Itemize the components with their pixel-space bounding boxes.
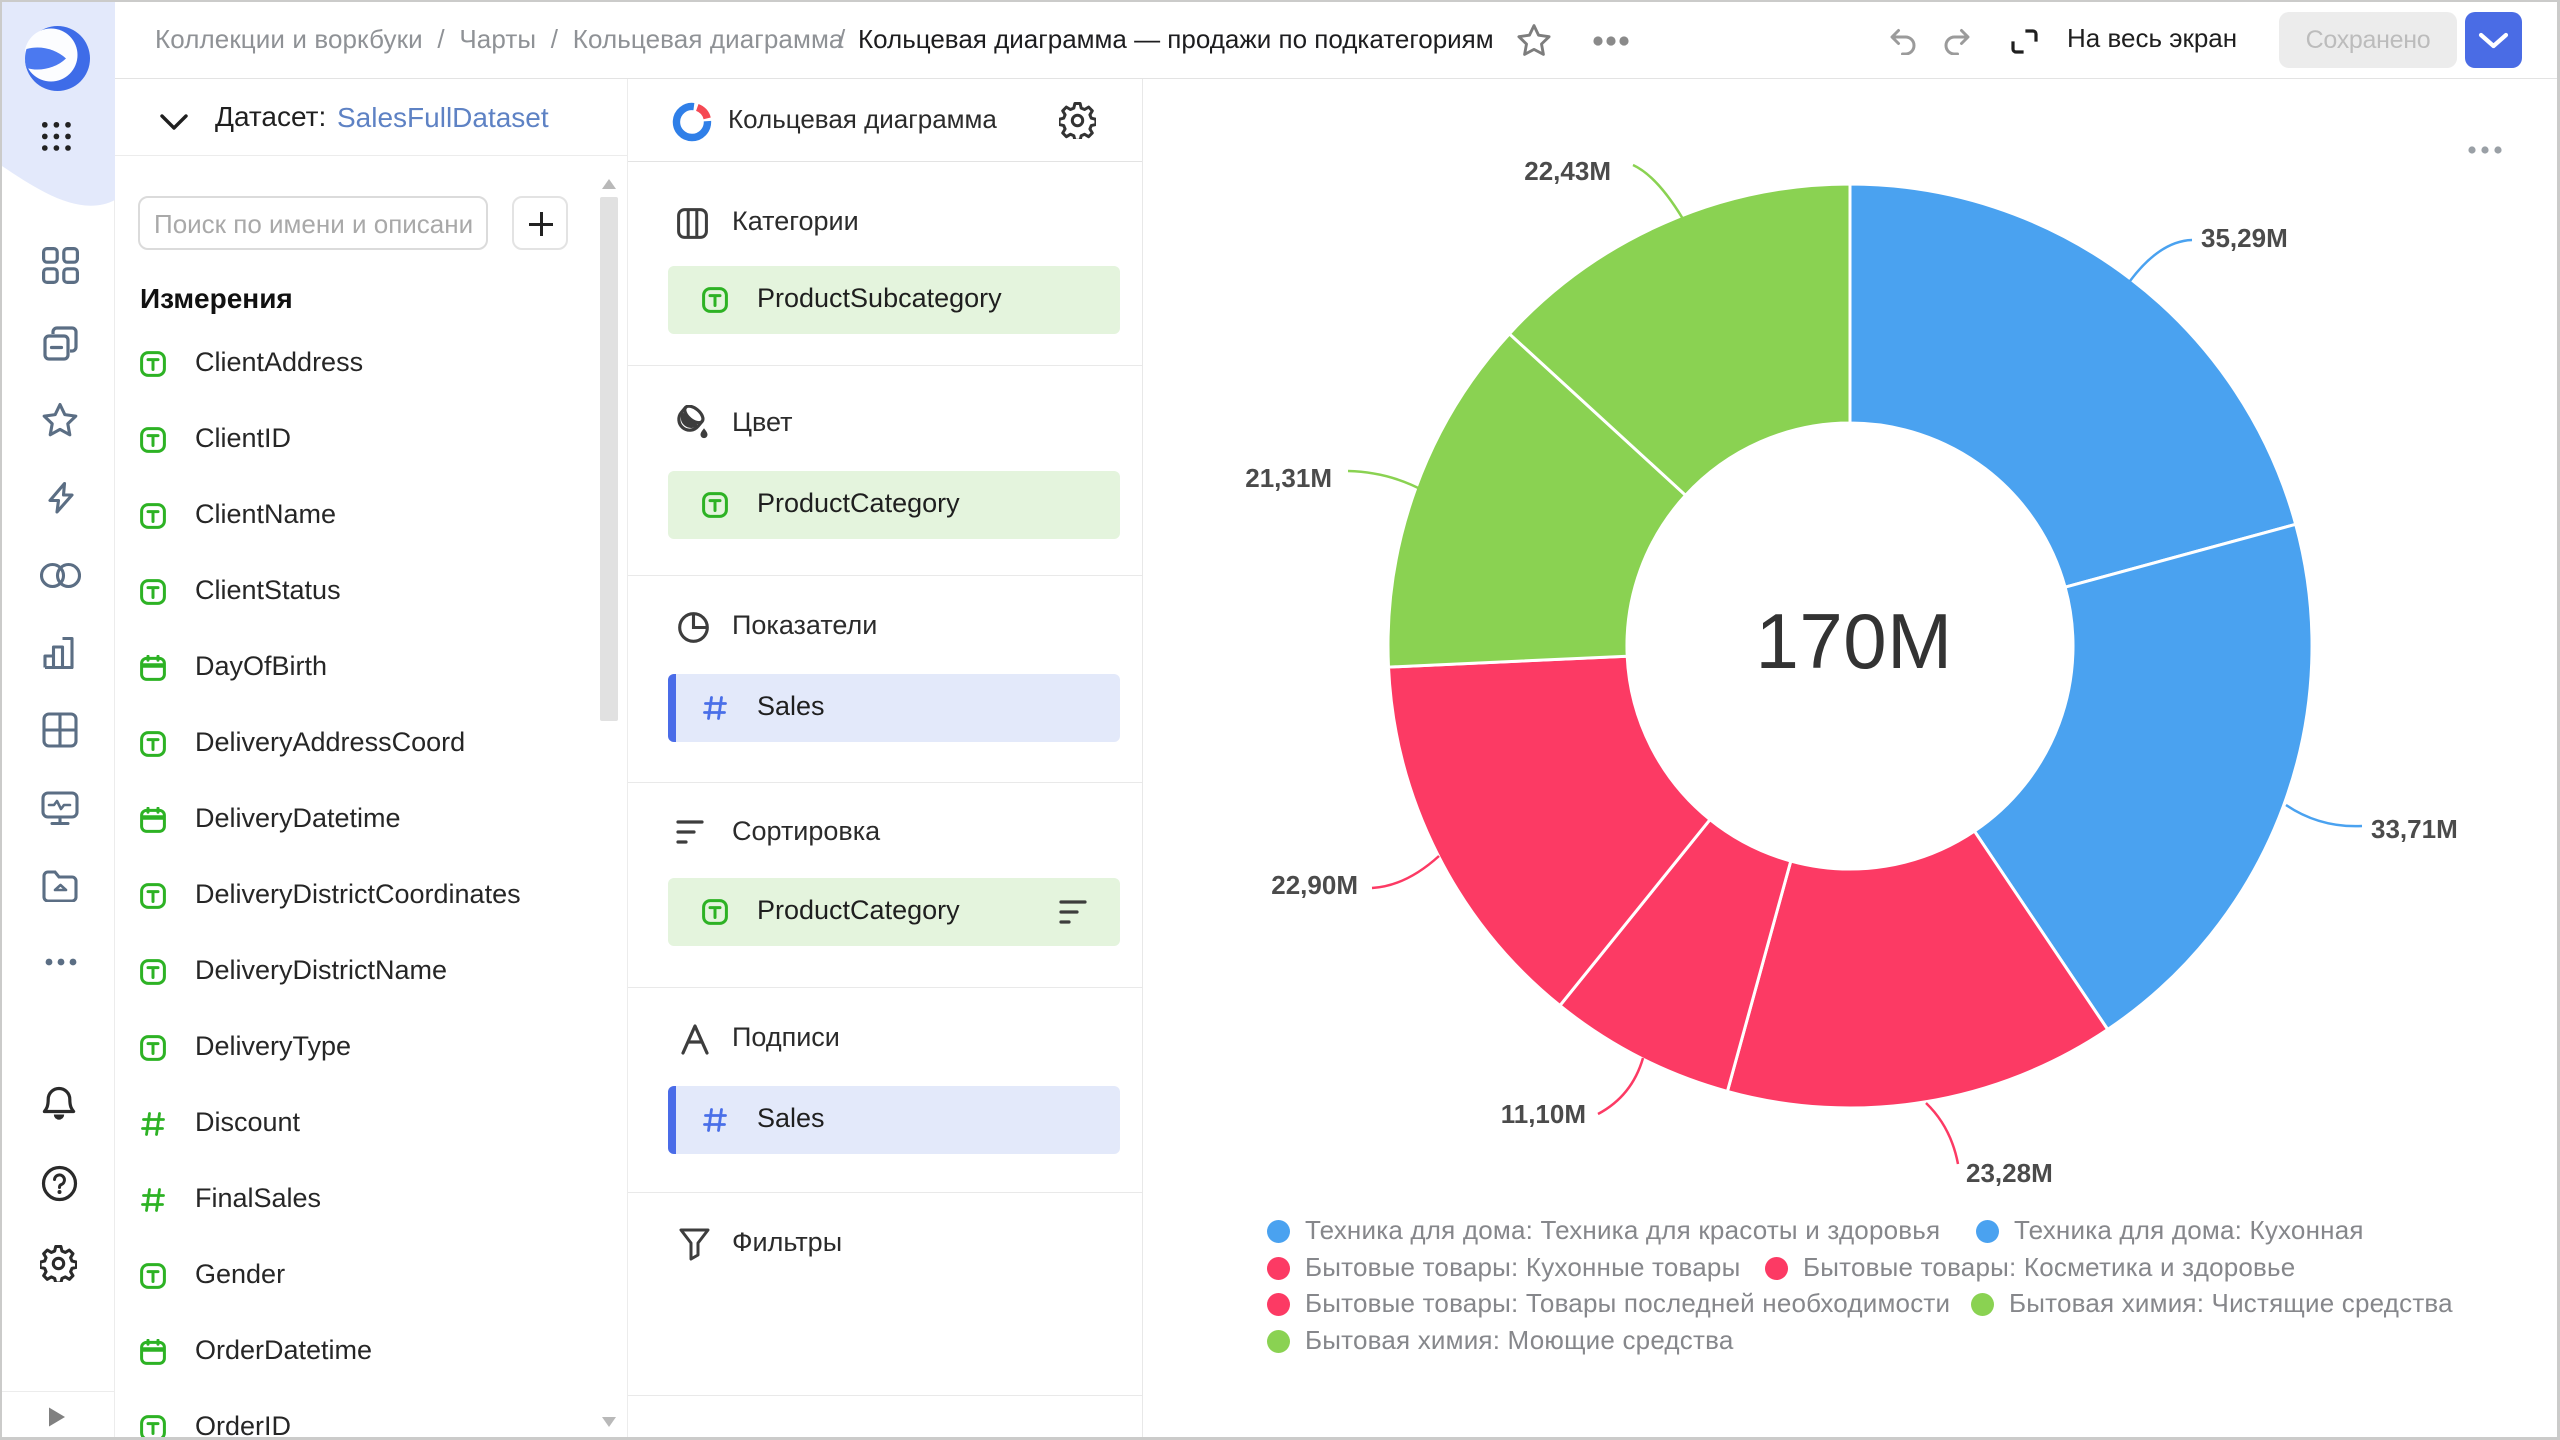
svg-text:33,71M: 33,71M <box>2371 814 2458 844</box>
svg-text:21,31M: 21,31M <box>1245 463 1332 493</box>
svg-text:22,90M: 22,90M <box>1271 870 1358 900</box>
svg-text:22,43M: 22,43M <box>1524 156 1611 186</box>
svg-text:35,29M: 35,29M <box>2201 223 2288 253</box>
svg-text:23,28M: 23,28M <box>1966 1158 2053 1188</box>
svg-text:11,10M: 11,10M <box>1501 1099 1586 1129</box>
